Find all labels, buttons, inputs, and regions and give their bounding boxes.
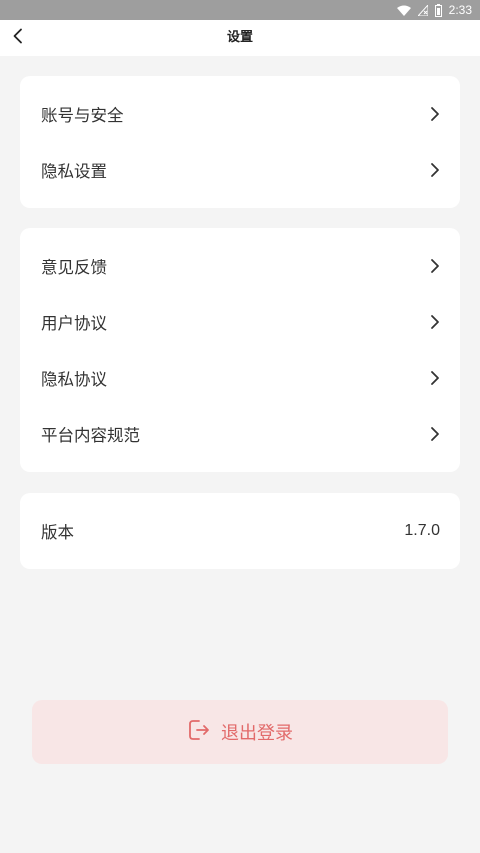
chevron-right-icon: [430, 314, 440, 330]
no-signal-icon: [417, 4, 428, 16]
nav-bar: 设置: [0, 20, 480, 56]
version-row: 版本 1.7.0: [20, 493, 460, 569]
chevron-right-icon: [430, 106, 440, 122]
settings-item-label: 平台内容规范: [41, 426, 140, 445]
settings-item-privacy-settings[interactable]: 隐私设置: [20, 142, 460, 198]
settings-item-content-rules[interactable]: 平台内容规范: [20, 406, 460, 462]
logout-icon: [187, 718, 211, 746]
logout-label: 退出登录: [221, 723, 293, 744]
chevron-left-icon: [12, 28, 24, 48]
chevron-right-icon: [430, 370, 440, 386]
chevron-right-icon: [430, 162, 440, 178]
logout-button[interactable]: 退出登录: [32, 700, 448, 764]
version-label: 版本: [41, 523, 74, 542]
settings-item-feedback[interactable]: 意见反馈: [20, 238, 460, 294]
settings-item-label: 隐私设置: [41, 162, 107, 181]
settings-item-label: 隐私协议: [41, 370, 107, 389]
version-value: 1.7.0: [404, 522, 440, 539]
settings-item-user-agreement[interactable]: 用户协议: [20, 294, 460, 350]
back-button[interactable]: [4, 24, 32, 52]
version-card: 版本 1.7.0: [20, 493, 460, 569]
page-title: 设置: [226, 30, 253, 45]
wifi-icon: [396, 5, 411, 16]
status-bar: 2:33: [0, 0, 480, 20]
status-time: 2:33: [448, 3, 472, 17]
settings-item-label: 用户协议: [41, 314, 107, 333]
settings-item-privacy-agreement[interactable]: 隐私协议: [20, 350, 460, 406]
settings-group-info: 意见反馈 用户协议 隐私协议 平台内容规范: [20, 228, 460, 472]
settings-item-label: 账号与安全: [41, 106, 124, 125]
battery-icon: [434, 3, 442, 17]
chevron-right-icon: [430, 258, 440, 274]
settings-item-account-security[interactable]: 账号与安全: [20, 86, 460, 142]
status-icons: 2:33: [396, 0, 472, 20]
chevron-right-icon: [430, 426, 440, 442]
settings-item-label: 意见反馈: [41, 258, 107, 277]
settings-group-account: 账号与安全 隐私设置: [20, 76, 460, 208]
